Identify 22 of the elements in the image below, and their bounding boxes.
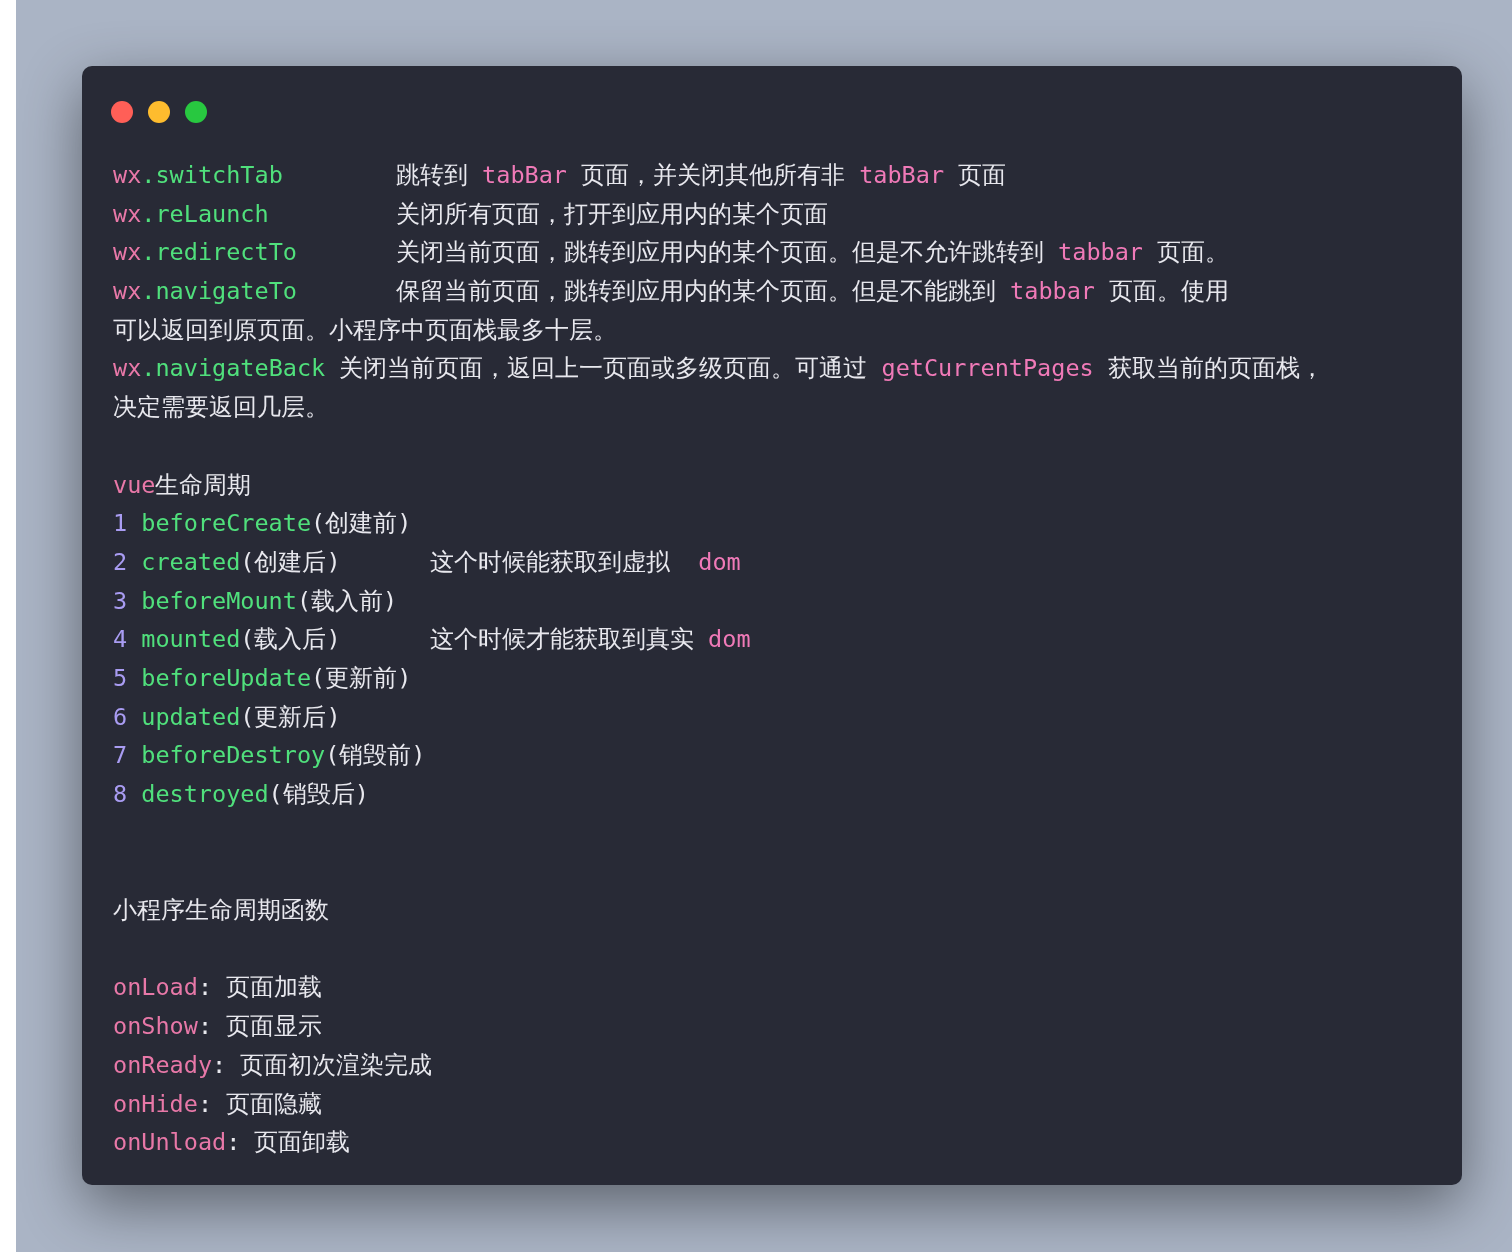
code-line: 决定需要返回几层。 — [113, 392, 330, 424]
code-line: onUnload: 页面卸载 — [113, 1127, 352, 1159]
code-line: onLoad: 页面加载 — [113, 972, 324, 1004]
code-line: onShow: 页面显示 — [113, 1011, 324, 1043]
code-line: onHide: 页面隐藏 — [113, 1088, 324, 1120]
code-line: wx.redirectTo 关闭当前页面，跳转到应用内的某个页面。但是不允许跳转到 tabbar 页面。 — [113, 237, 1231, 269]
code-line: wx.switchTab 跳转到 tabBar 页面，并关闭其他所有非 tabBar 页面 — [113, 160, 1008, 191]
code-line: 小程序生命周期函数 — [113, 895, 330, 927]
code-line: vue生命周期 — [113, 469, 253, 501]
code-line: 8 destroyed(销毁后) — [113, 779, 370, 810]
code-line: 1 beforeCreate(创建前) — [113, 508, 413, 540]
code-line: wx.navigateBack 关闭当前页面，返回上一页面或多级页面。可通过 getCurrentPages 获取当前的页面栈， — [113, 353, 1325, 385]
code-line: 2 created(创建后) 这个时候能获取到虚拟 dom — [113, 546, 742, 578]
code-line: 5 beforeUpdate(更新前) — [113, 662, 413, 694]
code-line: 可以返回到原页面。小程序中页面栈最多十层。 — [113, 314, 618, 346]
code-line: 4 mounted(载入后) 这个时候才能获取到真实 dom — [113, 624, 752, 656]
code-line: 3 beforeMount(载入前) — [113, 585, 399, 617]
code-line: onReady: 页面初次渲染完成 — [113, 1049, 434, 1081]
code-line: wx.reLaunch 关闭所有页面，打开到应用内的某个页面 — [113, 198, 829, 230]
code-line: 7 beforeDestroy(销毁前) — [113, 740, 427, 772]
code-line: wx.navigateTo 保留当前页面，跳转到应用内的某个页面。但是不能跳到 tabbar 页面。使用 — [113, 276, 1231, 308]
code-line: 6 updated(更新后) — [113, 701, 342, 733]
